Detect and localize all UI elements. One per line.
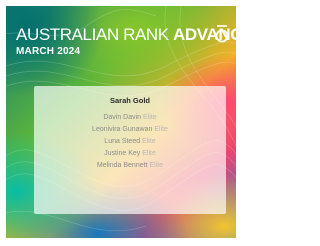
advancement-name: Melinda Bennett — [96, 162, 148, 169]
title-part-light: AUSTRALIAN RANK — [16, 25, 169, 44]
announcement-card: AUSTRALIAN RANK ADVANCEMENTS MARCH 2024 … — [6, 6, 236, 238]
advancement-rank: Elite — [154, 126, 168, 133]
page-title: AUSTRALIAN RANK ADVANCEMENTS — [16, 26, 236, 43]
list-item: Davin Davin Elite — [34, 112, 226, 124]
top-advancement-name: Sarah Gold — [109, 96, 150, 105]
advancement-rank: Elite — [143, 114, 157, 121]
brand-logo-icon — [215, 25, 229, 43]
advancement-name: Leonivira Gunawan — [92, 126, 153, 133]
advancement-name: Justine Key — [104, 150, 141, 157]
list-item: Melinda Bennett Elite — [34, 160, 226, 172]
advancement-name: Luna Steed — [104, 138, 141, 145]
advancement-list-panel: Sarah Gold Davin Davin Elite Leonivira G… — [34, 86, 226, 214]
advancement-list: Sarah Gold Davin Davin Elite Leonivira G… — [34, 95, 226, 172]
list-item: Luna Steed Elite — [34, 136, 226, 148]
advancement-rank: Elite — [149, 162, 164, 169]
page-subtitle: MARCH 2024 — [16, 46, 81, 57]
advancement-rank: Elite — [142, 138, 156, 145]
list-item: Justine Key Elite — [34, 148, 226, 160]
advancement-name: Davin Davin — [103, 114, 142, 121]
advancement-rank: Elite — [142, 150, 156, 157]
list-item: Leonivira Gunawan Elite — [34, 124, 226, 136]
